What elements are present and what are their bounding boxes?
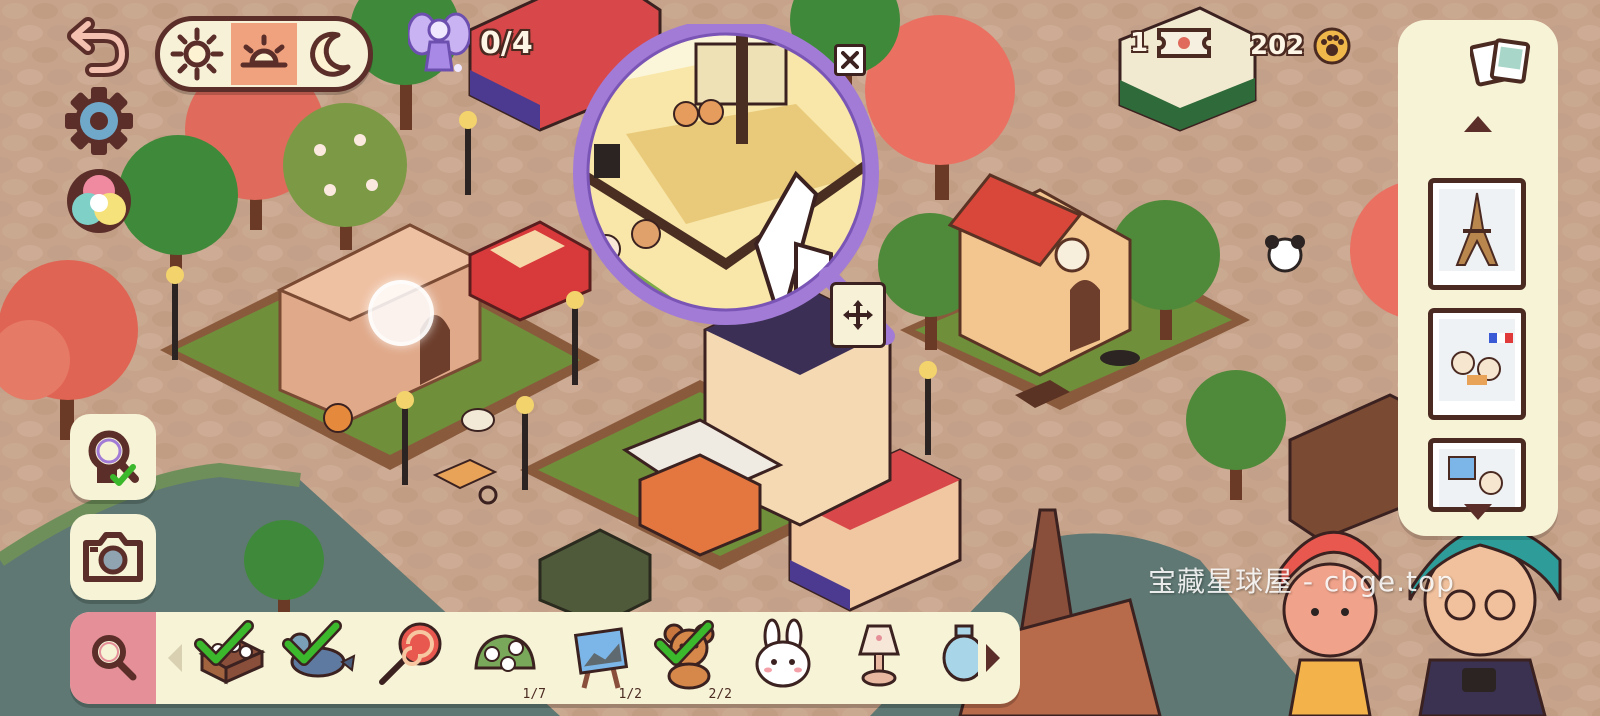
item-bunny-plush[interactable] [746, 618, 824, 702]
item-teddy-bear[interactable]: 2/2 [654, 618, 732, 702]
time-of-day-toggle[interactable] [155, 16, 373, 92]
item-pigeon[interactable] [282, 618, 360, 702]
fairy-icon [408, 12, 470, 72]
item-bar-next-arrow-icon[interactable] [982, 640, 1004, 676]
check-icon [194, 620, 254, 666]
found-items-button[interactable] [70, 414, 156, 500]
item-vase[interactable] [928, 618, 978, 702]
item-count: 2/2 [708, 687, 732, 702]
close-magnifier-button[interactable] [834, 44, 866, 76]
item-bar-prev-arrow-icon[interactable] [164, 640, 186, 676]
check-icon [654, 620, 714, 666]
item-count: 1/7 [522, 687, 546, 702]
ticket-icon [1157, 28, 1212, 58]
ticket-counter: 1 [1130, 26, 1212, 60]
time-day-option[interactable] [164, 23, 231, 85]
ticket-count: 1 [1130, 28, 1149, 58]
color-palette-icon [67, 169, 131, 233]
item-lollipop[interactable] [374, 618, 452, 702]
eiffel-tower-icon [1455, 192, 1499, 266]
bunny-icon [755, 618, 811, 688]
touch-cursor [368, 280, 434, 346]
item-bar-search-button[interactable] [70, 612, 156, 704]
item-lamp[interactable] [842, 618, 920, 702]
rose-bush-icon [474, 634, 536, 672]
scroll-up-arrow-icon[interactable] [1460, 112, 1496, 136]
magnifier-check-icon [88, 430, 139, 486]
search-icon [92, 635, 137, 681]
scroll-down-arrow-icon[interactable] [1460, 500, 1496, 524]
move-arrows-icon [843, 300, 873, 330]
camera-icon [83, 532, 143, 582]
time-sunset-option[interactable] [230, 23, 298, 85]
fairy-progress-text: 0/4 [480, 25, 533, 61]
dogs-flag-icon [1451, 333, 1513, 385]
sunset-icon [240, 34, 288, 68]
coin-counter: 202 [1250, 26, 1352, 66]
fairy-counter: 0/4 [408, 8, 533, 78]
coin-count: 202 [1250, 31, 1305, 61]
paw-coin-icon [1313, 27, 1351, 65]
photo-card[interactable] [1428, 308, 1526, 420]
sun-icon [170, 27, 224, 81]
lamp-icon [858, 624, 900, 687]
close-icon [841, 51, 859, 69]
item-count: 1/2 [618, 687, 642, 702]
photo-card[interactable] [1428, 178, 1526, 290]
item-flower-box[interactable] [194, 618, 272, 702]
item-easel-painting[interactable]: 1/2 [564, 618, 642, 702]
photo-panel [1398, 20, 1558, 536]
easel-painting-icon [573, 627, 629, 689]
pigeon-world[interactable] [461, 408, 495, 432]
item-bar: 1/7 1/2 2/2 [70, 612, 1020, 704]
undo-arrow-icon [67, 17, 130, 77]
lollipop-icon [379, 622, 442, 685]
time-night-option[interactable] [297, 23, 364, 85]
undo-button[interactable] [64, 10, 134, 80]
magnifier-move-handle[interactable] [830, 282, 886, 348]
settings-button[interactable] [64, 86, 134, 156]
color-filter-button[interactable] [64, 166, 134, 236]
watermark-text: 宝藏星球屋 - cbge.top [1148, 565, 1455, 598]
black-cat[interactable] [1100, 350, 1140, 366]
moon-icon [309, 31, 351, 77]
camera-button[interactable] [70, 514, 156, 600]
vase-icon [942, 624, 978, 682]
corgi[interactable] [323, 403, 353, 433]
item-rose-bush[interactable]: 1/7 [468, 618, 546, 702]
photo-stack-icon[interactable] [1470, 36, 1532, 90]
gear-icon [65, 87, 133, 155]
check-icon [282, 620, 342, 666]
